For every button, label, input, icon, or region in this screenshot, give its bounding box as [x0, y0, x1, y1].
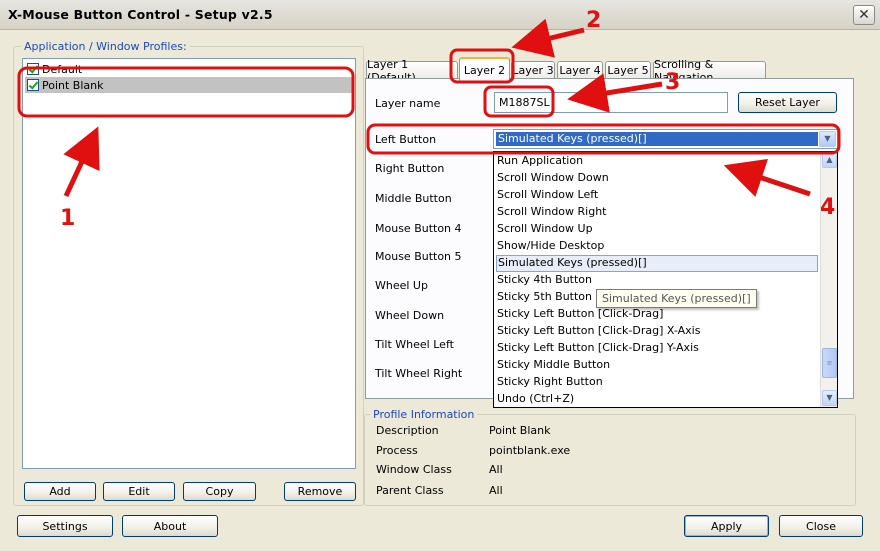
- dropdown-item[interactable]: Run Application: [496, 153, 818, 170]
- tab-layer-2[interactable]: Layer 2: [459, 57, 510, 81]
- action-dropdown-list[interactable]: Run Application Scroll Window Down Scrol…: [493, 151, 838, 408]
- tilt-wheel-right-label: Tilt Wheel Right: [375, 367, 463, 380]
- title-bar: X-Mouse Button Control - Setup v2.5 ✕: [0, 0, 880, 30]
- edit-button[interactable]: Edit: [103, 482, 175, 501]
- layer-name-input[interactable]: M1887SL: [494, 92, 728, 113]
- copy-button[interactable]: Copy: [183, 482, 256, 501]
- tilt-wheel-left-label: Tilt Wheel Left: [375, 338, 454, 351]
- mouse-button-5-label: Mouse Button 5: [375, 250, 462, 263]
- right-button-label: Right Button: [375, 162, 445, 175]
- dropdown-scrollbar[interactable]: ▲ ≡ ▼: [820, 152, 837, 407]
- dropdown-item-highlighted[interactable]: Simulated Keys (pressed)[]: [496, 255, 818, 272]
- settings-button[interactable]: Settings: [17, 515, 113, 537]
- scrollbar-thumb[interactable]: ≡: [822, 348, 837, 378]
- dropdown-item[interactable]: Sticky Middle Button: [496, 357, 818, 374]
- middle-button-label: Middle Button: [375, 192, 452, 205]
- dropdown-item[interactable]: Scroll Window Up: [496, 221, 818, 238]
- mouse-button-4-label: Mouse Button 4: [375, 222, 462, 235]
- profile-item-label: Point Blank: [42, 78, 104, 92]
- profile-item-point-blank[interactable]: Point Blank: [25, 77, 352, 93]
- description-value: Point Blank: [489, 424, 551, 437]
- profile-info-group-label: Profile Information: [370, 408, 478, 421]
- profile-item-default[interactable]: Default: [25, 61, 352, 77]
- tab-layer-1[interactable]: Layer 1 (Default): [366, 58, 458, 84]
- tab-layer-5[interactable]: Layer 5: [605, 61, 651, 79]
- tab-layer-4[interactable]: Layer 4: [557, 61, 603, 79]
- add-button[interactable]: Add: [24, 482, 96, 501]
- dropdown-item[interactable]: Scroll Window Left: [496, 187, 818, 204]
- dropdown-item[interactable]: Undo (Ctrl+Z): [496, 391, 818, 407]
- apply-button[interactable]: Apply: [684, 515, 769, 537]
- annotation-arrow-2: [511, 18, 585, 58]
- annotation-number-2: 2: [586, 8, 602, 33]
- annotation-number-3: 3: [665, 70, 681, 95]
- annotation-number-1: 1: [60, 206, 76, 231]
- tab-layer-3[interactable]: Layer 3: [511, 61, 555, 79]
- dropdown-item[interactable]: Sticky Left Button [Click-Drag] X-Axis: [496, 323, 818, 340]
- profiles-list[interactable]: Default Point Blank: [22, 58, 356, 469]
- dropdown-item[interactable]: Sticky 4th Button: [496, 272, 818, 289]
- dropdown-item[interactable]: Sticky Left Button [Click-Drag]: [496, 306, 818, 323]
- left-button-label: Left Button: [375, 133, 437, 146]
- process-value: pointblank.exe: [489, 444, 571, 457]
- tooltip: Simulated Keys (pressed)[]: [596, 289, 757, 308]
- checkbox-icon[interactable]: [27, 79, 39, 91]
- window-class-value: All: [489, 463, 503, 476]
- chevron-down-icon[interactable]: ▼: [819, 131, 836, 147]
- window-close-button[interactable]: ✕: [853, 5, 875, 25]
- dropdown-item[interactable]: Scroll Window Right: [496, 204, 818, 221]
- checkbox-icon[interactable]: [27, 63, 39, 75]
- parent-class-label: Parent Class: [376, 484, 444, 497]
- dropdown-item[interactable]: Sticky Right Button: [496, 374, 818, 391]
- left-button-action-select[interactable]: Simulated Keys (pressed)[] ▼: [493, 129, 838, 149]
- reset-layer-button[interactable]: Reset Layer: [738, 92, 837, 113]
- window-class-label: Window Class: [376, 463, 452, 476]
- remove-button[interactable]: Remove: [284, 482, 356, 501]
- profiles-group-label: Application / Window Profiles:: [21, 40, 190, 53]
- scroll-down-icon[interactable]: ▼: [822, 390, 837, 406]
- dropdown-item[interactable]: Show/Hide Desktop: [496, 238, 818, 255]
- description-label: Description: [376, 424, 439, 437]
- dropdown-item[interactable]: Sticky Left Button [Click-Drag] Y-Axis: [496, 340, 818, 357]
- about-button[interactable]: About: [122, 515, 218, 537]
- wheel-up-label: Wheel Up: [375, 279, 428, 292]
- parent-class-value: All: [489, 484, 503, 497]
- process-label: Process: [376, 444, 418, 457]
- annotation-number-4: 4: [820, 195, 836, 220]
- window-title: X-Mouse Button Control - Setup v2.5: [8, 7, 273, 22]
- dropdown-item[interactable]: Scroll Window Down: [496, 170, 818, 187]
- profile-item-label: Default: [42, 62, 83, 76]
- scroll-up-icon[interactable]: ▲: [822, 152, 837, 168]
- close-button[interactable]: Close: [779, 515, 863, 537]
- wheel-down-label: Wheel Down: [375, 309, 445, 322]
- layer-name-label: Layer name: [375, 97, 441, 110]
- left-button-action-value: Simulated Keys (pressed)[]: [496, 132, 818, 146]
